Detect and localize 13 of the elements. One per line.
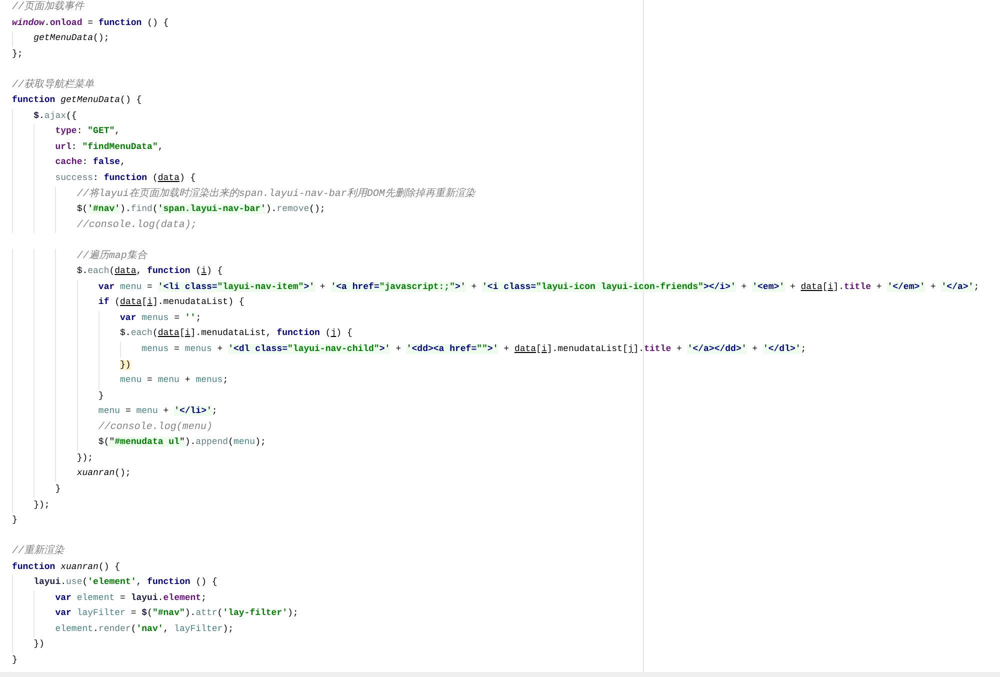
- code-comment: //页面加载事件: [12, 0, 84, 15]
- code-comment: //遍历map集合: [12, 248, 147, 264]
- code-comment: //console.log(menu): [12, 420, 212, 436]
- code-line: function xuanran() {: [12, 560, 120, 574]
- code-line: window.onload = function () {: [12, 16, 169, 30]
- code-line: };: [12, 48, 23, 61]
- code-comment: //获取导航栏菜单: [12, 78, 94, 93]
- code-line: function getMenuData() {: [12, 94, 142, 108]
- code-comment: //将layui在页面加载时渲染出来的span.layui-nav-bar利用DOM先删除掉再重新渲染: [12, 186, 475, 202]
- code-comment: //重新渲染: [12, 544, 64, 560]
- code-line: }: [12, 654, 18, 667]
- code-comment: //console.log(data);: [12, 218, 197, 234]
- code-line: }: [12, 514, 18, 528]
